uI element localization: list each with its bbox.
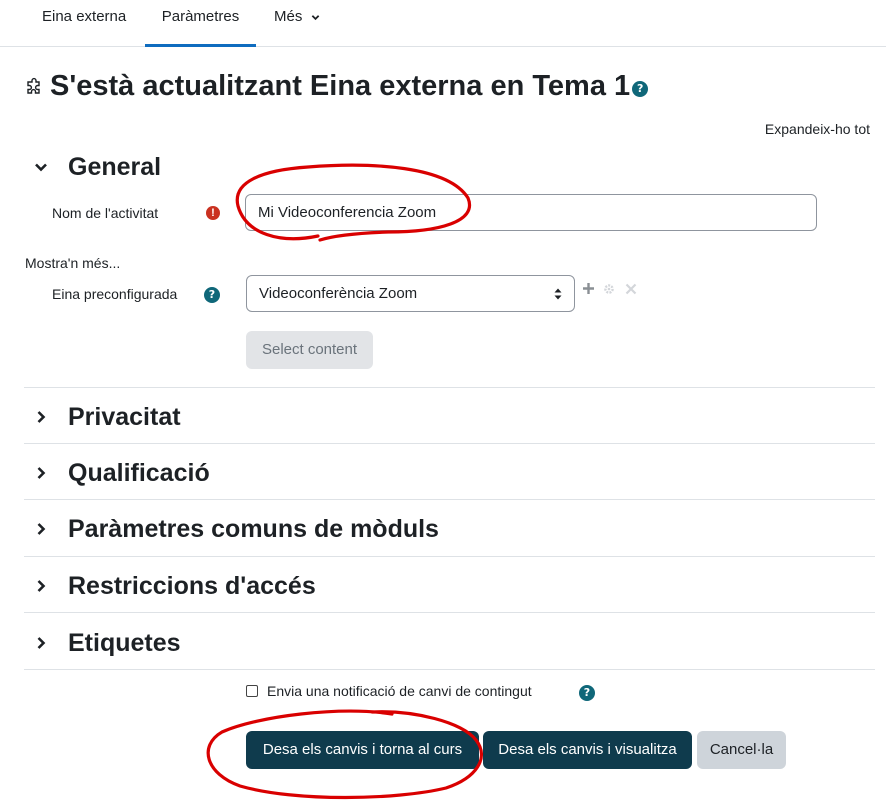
select-arrows-icon <box>554 288 562 300</box>
section-parametres-comuns-toggle[interactable]: Paràmetres comuns de mòduls <box>34 512 439 546</box>
section-divider <box>24 612 875 613</box>
section-restriccions-toggle[interactable]: Restriccions d'accés <box>34 569 316 603</box>
chevron-right-icon <box>37 637 46 649</box>
question-circle-icon[interactable]: ? <box>579 685 595 701</box>
save-and-display-button[interactable]: Desa els canvis i visualitza <box>483 731 692 769</box>
select-value: Videoconferència Zoom <box>259 285 418 302</box>
save-and-return-button[interactable]: Desa els canvis i torna al curs <box>246 731 479 769</box>
exclamation-circle-icon: ! <box>206 206 220 220</box>
notification-label: Envia una notificació de canvi de contin… <box>267 683 532 699</box>
section-divider <box>24 499 875 500</box>
tab-mes[interactable]: Més <box>274 0 320 47</box>
secondary-navigation: Eina externa Paràmetres Més <box>0 0 886 47</box>
puzzle-icon <box>27 77 40 94</box>
section-heading: Paràmetres comuns de mòduls <box>68 514 439 543</box>
section-heading: General <box>68 152 162 181</box>
tab-parametres[interactable]: Paràmetres <box>145 0 256 47</box>
section-privacitat-toggle[interactable]: Privacitat <box>34 400 181 434</box>
activity-name-label: Nom de l'activitat <box>52 205 159 221</box>
plus-icon[interactable] <box>582 282 595 295</box>
chevron-right-icon <box>37 411 46 423</box>
question-circle-icon[interactable]: ? <box>632 81 649 97</box>
chevron-down-icon <box>311 14 319 20</box>
select-content-button[interactable]: Select content <box>246 331 373 369</box>
tab-eina-externa[interactable]: Eina externa <box>42 0 126 47</box>
section-heading: Restriccions d'accés <box>68 571 316 600</box>
section-divider <box>24 443 875 444</box>
tab-label: Més <box>274 8 303 25</box>
chevron-right-icon <box>37 580 46 592</box>
section-qualificacio-toggle[interactable]: Qualificació <box>34 456 210 490</box>
notification-checkbox[interactable] <box>246 685 258 697</box>
page-title: S'està actualitzant Eina externa en Tema… <box>50 69 631 102</box>
chevron-right-icon <box>37 467 46 479</box>
close-icon[interactable] <box>625 283 637 295</box>
expand-all-link[interactable]: Expandeix-ho tot <box>765 121 870 137</box>
chevron-down-icon <box>35 163 47 172</box>
tab-label: Paràmetres <box>161 8 240 25</box>
preconfigured-tool-select[interactable]: Videoconferència Zoom <box>246 275 575 312</box>
tab-label: Eina externa <box>42 8 127 25</box>
section-general-toggle[interactable]: General <box>34 150 161 184</box>
section-heading: Qualificació <box>68 458 210 487</box>
cancel-button[interactable]: Cancel·la <box>697 731 786 769</box>
preconfigured-tool-label: Eina preconfigurada <box>52 286 178 302</box>
section-divider <box>24 387 875 388</box>
activity-name-input[interactable] <box>245 194 817 231</box>
section-heading: Etiquetes <box>68 628 181 657</box>
chevron-right-icon <box>37 523 46 535</box>
section-divider <box>24 556 875 557</box>
page-header: S'està actualitzant Eina externa en Tema… <box>24 64 649 108</box>
section-divider <box>24 669 875 670</box>
section-etiquetes-toggle[interactable]: Etiquetes <box>34 626 181 660</box>
section-heading: Privacitat <box>68 402 181 431</box>
gear-icon[interactable] <box>603 283 615 295</box>
show-more-link[interactable]: Mostra'n més... <box>25 255 120 271</box>
question-circle-icon[interactable]: ? <box>204 287 220 303</box>
